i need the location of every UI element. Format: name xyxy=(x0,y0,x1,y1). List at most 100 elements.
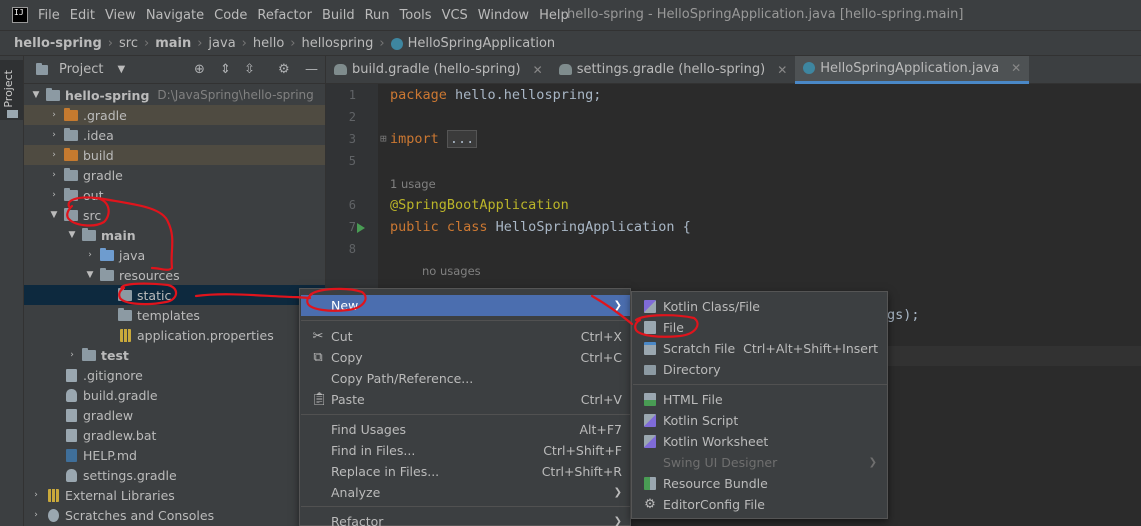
crumb-main[interactable]: main xyxy=(155,36,191,51)
menu-edit[interactable]: Edit xyxy=(70,8,95,23)
tree-item-gradlew-bat[interactable]: gradlew.bat xyxy=(24,425,325,445)
tab-build-gradle[interactable]: build.gradle (hello-spring) ✕ xyxy=(326,56,551,84)
submenu-item-html-file[interactable]: HTML File xyxy=(633,389,887,410)
tree-item-resources[interactable]: ▼ resources xyxy=(24,265,325,285)
project-view-selector[interactable]: Project xyxy=(59,62,103,77)
tab-hello-spring-application[interactable]: HelloSpringApplication.java ✕ xyxy=(795,55,1030,84)
menu-item-find-in-files[interactable]: Find in Files... Ctrl+Shift+F xyxy=(301,440,630,461)
chevron-right-icon[interactable]: › xyxy=(84,250,96,260)
menu-item-replace-in-files[interactable]: Replace in Files... Ctrl+Shift+R xyxy=(301,461,630,482)
chevron-right-icon[interactable]: › xyxy=(30,510,42,520)
tree-item-hello-spring[interactable]: ▼ hello-spring D:\JavaSpring\hello-sprin… xyxy=(24,85,325,105)
submenu-item-directory[interactable]: Directory xyxy=(633,359,887,380)
submenu-item-kotlin-class[interactable]: Kotlin Class/File xyxy=(633,296,887,317)
tree-item-gradlew[interactable]: gradlew xyxy=(24,405,325,425)
folded-imports[interactable]: ... xyxy=(446,130,478,148)
tree-item-main[interactable]: ▼ main xyxy=(24,225,325,245)
tree-item-gitignore[interactable]: .gitignore xyxy=(24,365,325,385)
close-icon[interactable]: ✕ xyxy=(1011,61,1021,75)
crumb-hello[interactable]: hello xyxy=(253,36,284,51)
menu-build[interactable]: Build xyxy=(322,8,355,23)
tree-item-idea[interactable]: › .idea xyxy=(24,125,325,145)
tree-item-build[interactable]: › build xyxy=(24,145,325,165)
chevron-right-icon[interactable]: › xyxy=(48,170,60,180)
tree-item-settings-gradle[interactable]: settings.gradle xyxy=(24,465,325,485)
locate-target-icon[interactable]: ⊕ xyxy=(194,62,205,77)
tab-settings-gradle[interactable]: settings.gradle (hello-spring) ✕ xyxy=(551,56,796,84)
submenu-item-file[interactable]: File xyxy=(633,317,887,338)
submenu-item-scratch-file[interactable]: Scratch File Ctrl+Alt+Shift+Insert xyxy=(633,338,887,359)
crumb-java[interactable]: java xyxy=(208,36,235,51)
crumb-project[interactable]: hello-spring xyxy=(14,36,102,51)
run-gutter-icon[interactable] xyxy=(357,223,365,233)
submenu-item-kotlin-worksheet[interactable]: Kotlin Worksheet xyxy=(633,431,887,452)
chevron-down-icon[interactable]: ▼ xyxy=(84,270,96,280)
tree-item-scratches[interactable]: › Scratches and Consoles xyxy=(24,505,325,525)
expand-all-icon[interactable]: ⇕ xyxy=(220,62,231,77)
menu-item-find-usages[interactable]: Find Usages Alt+F7 xyxy=(301,419,630,440)
menu-help[interactable]: Help xyxy=(539,8,569,23)
crumb-class[interactable]: HelloSpringApplication xyxy=(408,36,556,51)
collapse-all-icon[interactable]: ⇳ xyxy=(244,62,255,77)
tree-item-build-gradle[interactable]: build.gradle xyxy=(24,385,325,405)
close-icon[interactable]: ✕ xyxy=(533,63,543,77)
tree-item-gradle-dir[interactable]: › .gradle xyxy=(24,105,325,125)
chevron-right-icon[interactable]: › xyxy=(48,150,60,160)
no-usages-inlay-hint[interactable]: no usages xyxy=(422,264,481,278)
project-panel: Project ▼ ⊕ ⇕ ⇳ ⚙ — ▼ hello-spring D:\Ja… xyxy=(24,56,326,526)
chevron-right-icon[interactable]: › xyxy=(48,110,60,120)
submenu-item-editorconfig[interactable]: ⚙ EditorConfig File xyxy=(633,494,887,515)
menu-refactor[interactable]: Refactor xyxy=(257,8,312,23)
menu-vcs[interactable]: VCS xyxy=(442,8,468,23)
menu-item-copy[interactable]: ⧉ Copy Ctrl+C xyxy=(301,347,630,368)
menu-code[interactable]: Code xyxy=(214,8,247,23)
project-tool-tab[interactable]: Project xyxy=(0,60,23,120)
hide-minus-icon[interactable]: — xyxy=(305,62,318,77)
tree-item-gradle[interactable]: › gradle xyxy=(24,165,325,185)
menu-item-analyze[interactable]: Analyze ❯ xyxy=(301,482,630,503)
chevron-right-icon[interactable]: › xyxy=(48,190,60,200)
menu-tools[interactable]: Tools xyxy=(400,8,432,23)
tree-item-external-libraries[interactable]: › External Libraries xyxy=(24,485,325,505)
chevron-right-icon[interactable]: › xyxy=(30,490,42,500)
submenu-item-label: Kotlin Worksheet xyxy=(663,434,769,449)
chevron-right-icon[interactable]: › xyxy=(66,350,78,360)
submenu-item-kotlin-script[interactable]: Kotlin Script xyxy=(633,410,887,431)
close-icon[interactable]: ✕ xyxy=(777,63,787,77)
tree-item-static[interactable]: static xyxy=(24,285,325,305)
tree-item-test[interactable]: › test xyxy=(24,345,325,365)
java-class-icon xyxy=(390,38,403,50)
menu-item-copy-path[interactable]: Copy Path/Reference... xyxy=(301,368,630,389)
crumb-src[interactable]: src xyxy=(119,36,138,51)
menu-file[interactable]: File xyxy=(38,8,60,23)
gear-icon[interactable]: ⚙ xyxy=(278,62,290,77)
tree-item-help-md[interactable]: HELP.md xyxy=(24,445,325,465)
menu-item-refactor[interactable]: Refactor ❯ xyxy=(301,511,630,526)
usage-inlay-hint[interactable]: 1 usage xyxy=(390,177,436,191)
source-folder-icon xyxy=(100,247,114,261)
markdown-file-icon xyxy=(66,448,77,462)
menu-item-cut[interactable]: ✂ Cut Ctrl+X xyxy=(301,326,630,347)
menu-run[interactable]: Run xyxy=(365,8,390,23)
menu-item-new[interactable]: New ❯ xyxy=(301,295,630,316)
menu-view[interactable]: View xyxy=(105,8,136,23)
fold-expand-icon[interactable]: ⊞ xyxy=(380,132,387,145)
crumb-hellospring[interactable]: hellospring xyxy=(302,36,374,51)
intellij-logo-icon[interactable]: IJ xyxy=(12,7,28,23)
chevron-right-icon: ❯ xyxy=(613,300,622,311)
tree-item-label: gradlew.bat xyxy=(83,427,157,443)
menu-navigate[interactable]: Navigate xyxy=(146,8,204,23)
menu-item-paste[interactable]: 📋︎ Paste Ctrl+V xyxy=(301,389,630,410)
tree-item-java[interactable]: › java xyxy=(24,245,325,265)
tree-item-src[interactable]: ▼ src xyxy=(24,205,325,225)
chevron-down-icon[interactable]: ▼ xyxy=(117,64,125,75)
tree-item-out[interactable]: › out xyxy=(24,185,325,205)
menu-window[interactable]: Window xyxy=(478,8,529,23)
chevron-right-icon[interactable]: › xyxy=(48,130,60,140)
chevron-down-icon[interactable]: ▼ xyxy=(30,90,42,100)
submenu-item-resource-bundle[interactable]: Resource Bundle xyxy=(633,473,887,494)
chevron-down-icon[interactable]: ▼ xyxy=(48,210,60,220)
tree-item-templates[interactable]: templates xyxy=(24,305,325,325)
chevron-down-icon[interactable]: ▼ xyxy=(66,230,78,240)
tree-item-application-properties[interactable]: application.properties xyxy=(24,325,325,345)
